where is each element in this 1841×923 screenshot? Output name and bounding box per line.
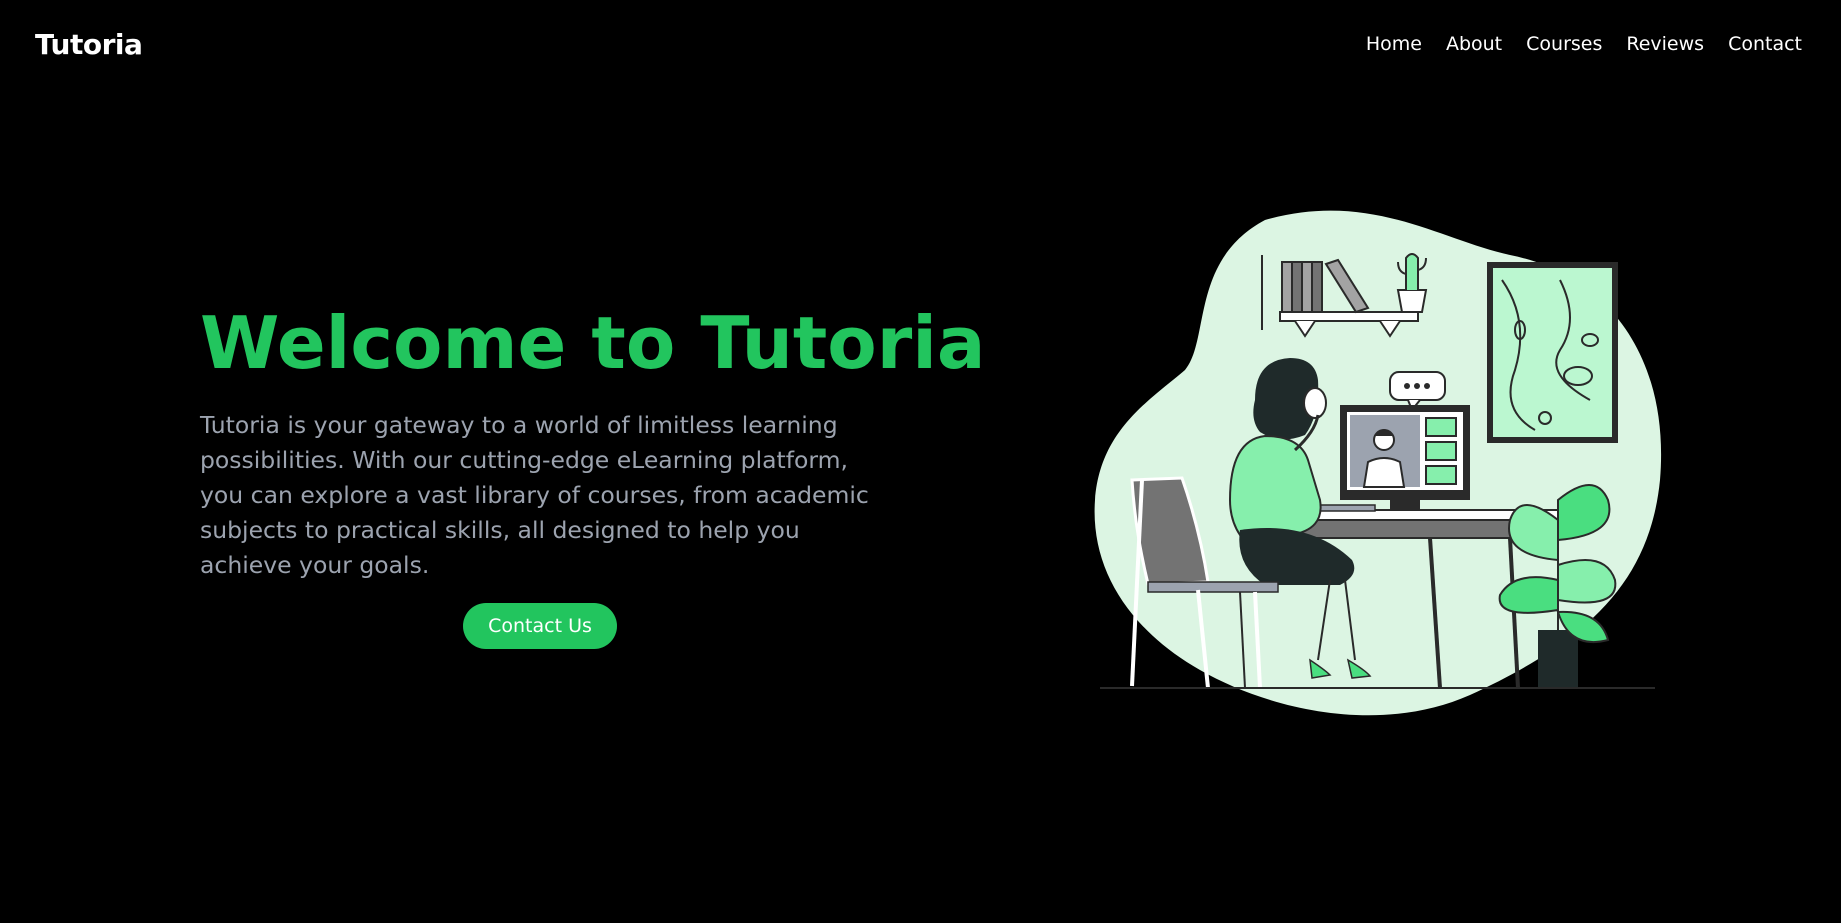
- contact-us-button[interactable]: Contact Us: [463, 603, 617, 650]
- hero-title: Welcome to Tutoria: [200, 301, 986, 385]
- hero-section: Welcome to Tutoria Tutoria is your gatew…: [200, 300, 986, 650]
- monstera-plant: [1538, 630, 1578, 688]
- navbar: Tutoria Home About Courses Reviews Conta…: [0, 0, 1841, 92]
- brand-logo[interactable]: Tutoria: [35, 28, 143, 61]
- cactus-plant: [1396, 289, 1428, 313]
- nav-links: Home About Courses Reviews Contact: [1366, 33, 1802, 55]
- nav-link-about[interactable]: About: [1446, 33, 1502, 55]
- nav-link-reviews[interactable]: Reviews: [1626, 33, 1704, 55]
- nav-link-contact[interactable]: Contact: [1728, 33, 1802, 55]
- nav-link-courses[interactable]: Courses: [1526, 33, 1602, 55]
- wall-shelf: [1279, 311, 1419, 322]
- hero-description: Tutoria is your gateway to a world of li…: [200, 411, 869, 580]
- cta-wrapper: Contact Us: [200, 603, 880, 650]
- woman-online-learning-illustration: [1090, 200, 1670, 720]
- nav-link-home[interactable]: Home: [1366, 33, 1422, 55]
